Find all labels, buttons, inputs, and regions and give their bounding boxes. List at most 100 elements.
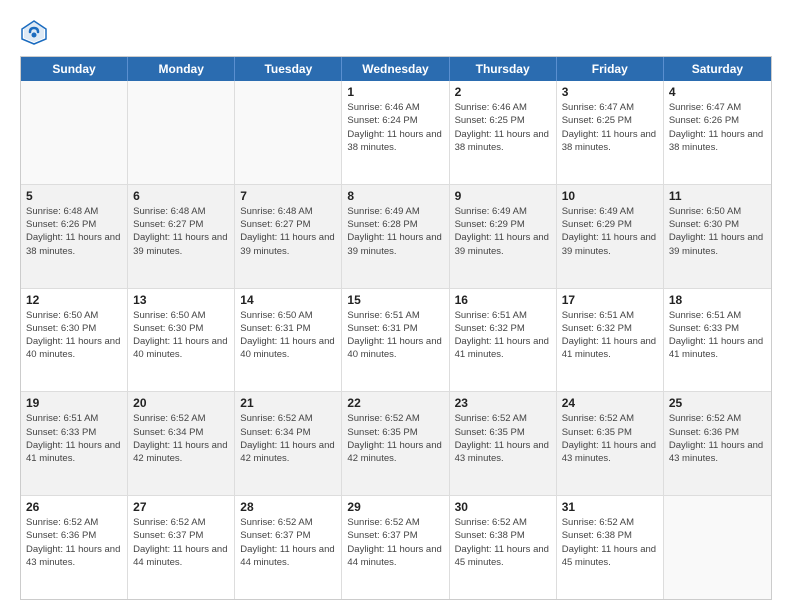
logo [20, 18, 52, 46]
day-number: 22 [347, 396, 443, 410]
cell-info: Sunrise: 6:46 AM Sunset: 6:25 PM Dayligh… [455, 101, 551, 154]
cal-cell-r1-c1: 6 Sunrise: 6:48 AM Sunset: 6:27 PM Daylig… [128, 185, 235, 288]
cal-cell-r1-c0: 5 Sunrise: 6:48 AM Sunset: 6:26 PM Daylig… [21, 185, 128, 288]
cal-cell-r2-c4: 16Sunrise: 6:51 AM Sunset: 6:32 PM Dayli… [450, 289, 557, 392]
cell-info: Sunrise: 6:52 AM Sunset: 6:38 PM Dayligh… [455, 516, 551, 569]
day-number: 31 [562, 500, 658, 514]
day-number: 28 [240, 500, 336, 514]
cell-info: Sunrise: 6:52 AM Sunset: 6:36 PM Dayligh… [669, 412, 766, 465]
day-number: 5 [26, 189, 122, 203]
cal-cell-r0-c6: 4 Sunrise: 6:47 AM Sunset: 6:26 PM Daylig… [664, 81, 771, 184]
cal-cell-r2-c5: 17Sunrise: 6:51 AM Sunset: 6:32 PM Dayli… [557, 289, 664, 392]
day-number: 11 [669, 189, 766, 203]
day-number: 26 [26, 500, 122, 514]
calendar-row-2: 12 Sunrise: 6:50 AM Sunset: 6:30 PM Dayli… [21, 289, 771, 393]
day-number: 4 [669, 85, 766, 99]
cal-cell-r0-c5: 3Sunrise: 6:47 AM Sunset: 6:25 PM Daylig… [557, 81, 664, 184]
cell-info: Sunrise: 6:52 AM Sunset: 6:35 PM Dayligh… [562, 412, 658, 465]
day-number: 2 [455, 85, 551, 99]
cell-info: Sunrise: 6:50 AM Sunset: 6:30 PM Dayligh… [669, 205, 766, 258]
cal-cell-r1-c5: 10Sunrise: 6:49 AM Sunset: 6:29 PM Dayli… [557, 185, 664, 288]
cell-info: Sunrise: 6:47 AM Sunset: 6:25 PM Dayligh… [562, 101, 658, 154]
cal-cell-r4-c1: 27 Sunrise: 6:52 AM Sunset: 6:37 PM Dayli… [128, 496, 235, 599]
cell-info: Sunrise: 6:52 AM Sunset: 6:38 PM Dayligh… [562, 516, 658, 569]
cell-info: Sunrise: 6:49 AM Sunset: 6:29 PM Dayligh… [455, 205, 551, 258]
cal-cell-r1-c2: 7 Sunrise: 6:48 AM Sunset: 6:27 PM Daylig… [235, 185, 342, 288]
day-number: 1 [347, 85, 443, 99]
day-number: 20 [133, 396, 229, 410]
cal-cell-r1-c3: 8 Sunrise: 6:49 AM Sunset: 6:28 PM Daylig… [342, 185, 449, 288]
cell-info: Sunrise: 6:52 AM Sunset: 6:34 PM Dayligh… [133, 412, 229, 465]
cell-info: Sunrise: 6:49 AM Sunset: 6:28 PM Dayligh… [347, 205, 443, 258]
day-number: 25 [669, 396, 766, 410]
cell-info: Sunrise: 6:52 AM Sunset: 6:37 PM Dayligh… [240, 516, 336, 569]
cal-cell-r3-c2: 21 Sunrise: 6:52 AM Sunset: 6:34 PM Dayli… [235, 392, 342, 495]
day-number: 27 [133, 500, 229, 514]
cal-cell-r4-c3: 29 Sunrise: 6:52 AM Sunset: 6:37 PM Dayli… [342, 496, 449, 599]
cell-info: Sunrise: 6:51 AM Sunset: 6:33 PM Dayligh… [669, 309, 766, 362]
cell-info: Sunrise: 6:51 AM Sunset: 6:33 PM Dayligh… [26, 412, 122, 465]
cell-info: Sunrise: 6:51 AM Sunset: 6:32 PM Dayligh… [562, 309, 658, 362]
day-number: 21 [240, 396, 336, 410]
cal-cell-r4-c4: 30 Sunrise: 6:52 AM Sunset: 6:38 PM Dayli… [450, 496, 557, 599]
cal-cell-r3-c1: 20 Sunrise: 6:52 AM Sunset: 6:34 PM Dayli… [128, 392, 235, 495]
calendar: SundayMondayTuesdayWednesdayThursdayFrid… [20, 56, 772, 600]
day-number: 16 [455, 293, 551, 307]
cal-cell-r1-c4: 9 Sunrise: 6:49 AM Sunset: 6:29 PM Daylig… [450, 185, 557, 288]
cell-info: Sunrise: 6:50 AM Sunset: 6:30 PM Dayligh… [26, 309, 122, 362]
day-number: 24 [562, 396, 658, 410]
weekday-header-saturday: Saturday [664, 57, 771, 81]
day-number: 13 [133, 293, 229, 307]
weekday-header-tuesday: Tuesday [235, 57, 342, 81]
cal-cell-r4-c5: 31 Sunrise: 6:52 AM Sunset: 6:38 PM Dayli… [557, 496, 664, 599]
cell-info: Sunrise: 6:48 AM Sunset: 6:27 PM Dayligh… [240, 205, 336, 258]
day-number: 19 [26, 396, 122, 410]
weekday-header-wednesday: Wednesday [342, 57, 449, 81]
calendar-row-1: 5 Sunrise: 6:48 AM Sunset: 6:26 PM Daylig… [21, 185, 771, 289]
cell-info: Sunrise: 6:52 AM Sunset: 6:35 PM Dayligh… [347, 412, 443, 465]
cal-cell-r4-c0: 26 Sunrise: 6:52 AM Sunset: 6:36 PM Dayli… [21, 496, 128, 599]
calendar-row-4: 26 Sunrise: 6:52 AM Sunset: 6:36 PM Dayli… [21, 496, 771, 599]
cal-cell-r3-c0: 19 Sunrise: 6:51 AM Sunset: 6:33 PM Dayli… [21, 392, 128, 495]
day-number: 14 [240, 293, 336, 307]
day-number: 12 [26, 293, 122, 307]
day-number: 30 [455, 500, 551, 514]
day-number: 6 [133, 189, 229, 203]
cell-info: Sunrise: 6:48 AM Sunset: 6:26 PM Dayligh… [26, 205, 122, 258]
cal-cell-r3-c4: 23Sunrise: 6:52 AM Sunset: 6:35 PM Dayli… [450, 392, 557, 495]
cell-info: Sunrise: 6:48 AM Sunset: 6:27 PM Dayligh… [133, 205, 229, 258]
cal-cell-r0-c3: 1 Sunrise: 6:46 AM Sunset: 6:24 PM Daylig… [342, 81, 449, 184]
cal-cell-r0-c0 [21, 81, 128, 184]
cal-cell-r0-c1 [128, 81, 235, 184]
calendar-body: 1 Sunrise: 6:46 AM Sunset: 6:24 PM Daylig… [21, 81, 771, 599]
logo-icon [20, 18, 48, 46]
weekday-header-thursday: Thursday [450, 57, 557, 81]
cell-info: Sunrise: 6:52 AM Sunset: 6:37 PM Dayligh… [133, 516, 229, 569]
cal-cell-r4-c2: 28 Sunrise: 6:52 AM Sunset: 6:37 PM Dayli… [235, 496, 342, 599]
cal-cell-r4-c6 [664, 496, 771, 599]
day-number: 15 [347, 293, 443, 307]
cal-cell-r0-c2 [235, 81, 342, 184]
cal-cell-r2-c1: 13Sunrise: 6:50 AM Sunset: 6:30 PM Dayli… [128, 289, 235, 392]
weekday-header-friday: Friday [557, 57, 664, 81]
cell-info: Sunrise: 6:52 AM Sunset: 6:36 PM Dayligh… [26, 516, 122, 569]
cell-info: Sunrise: 6:51 AM Sunset: 6:31 PM Dayligh… [347, 309, 443, 362]
cell-info: Sunrise: 6:50 AM Sunset: 6:31 PM Dayligh… [240, 309, 336, 362]
day-number: 7 [240, 189, 336, 203]
cell-info: Sunrise: 6:52 AM Sunset: 6:34 PM Dayligh… [240, 412, 336, 465]
day-number: 8 [347, 189, 443, 203]
cal-cell-r2-c0: 12 Sunrise: 6:50 AM Sunset: 6:30 PM Dayli… [21, 289, 128, 392]
weekday-header-sunday: Sunday [21, 57, 128, 81]
cal-cell-r2-c2: 14 Sunrise: 6:50 AM Sunset: 6:31 PM Dayli… [235, 289, 342, 392]
cell-info: Sunrise: 6:52 AM Sunset: 6:37 PM Dayligh… [347, 516, 443, 569]
page: SundayMondayTuesdayWednesdayThursdayFrid… [0, 0, 792, 612]
day-number: 18 [669, 293, 766, 307]
cal-cell-r3-c3: 22 Sunrise: 6:52 AM Sunset: 6:35 PM Dayli… [342, 392, 449, 495]
header [20, 18, 772, 46]
day-number: 9 [455, 189, 551, 203]
day-number: 29 [347, 500, 443, 514]
cell-info: Sunrise: 6:47 AM Sunset: 6:26 PM Dayligh… [669, 101, 766, 154]
day-number: 23 [455, 396, 551, 410]
cal-cell-r0-c4: 2 Sunrise: 6:46 AM Sunset: 6:25 PM Daylig… [450, 81, 557, 184]
cell-info: Sunrise: 6:46 AM Sunset: 6:24 PM Dayligh… [347, 101, 443, 154]
